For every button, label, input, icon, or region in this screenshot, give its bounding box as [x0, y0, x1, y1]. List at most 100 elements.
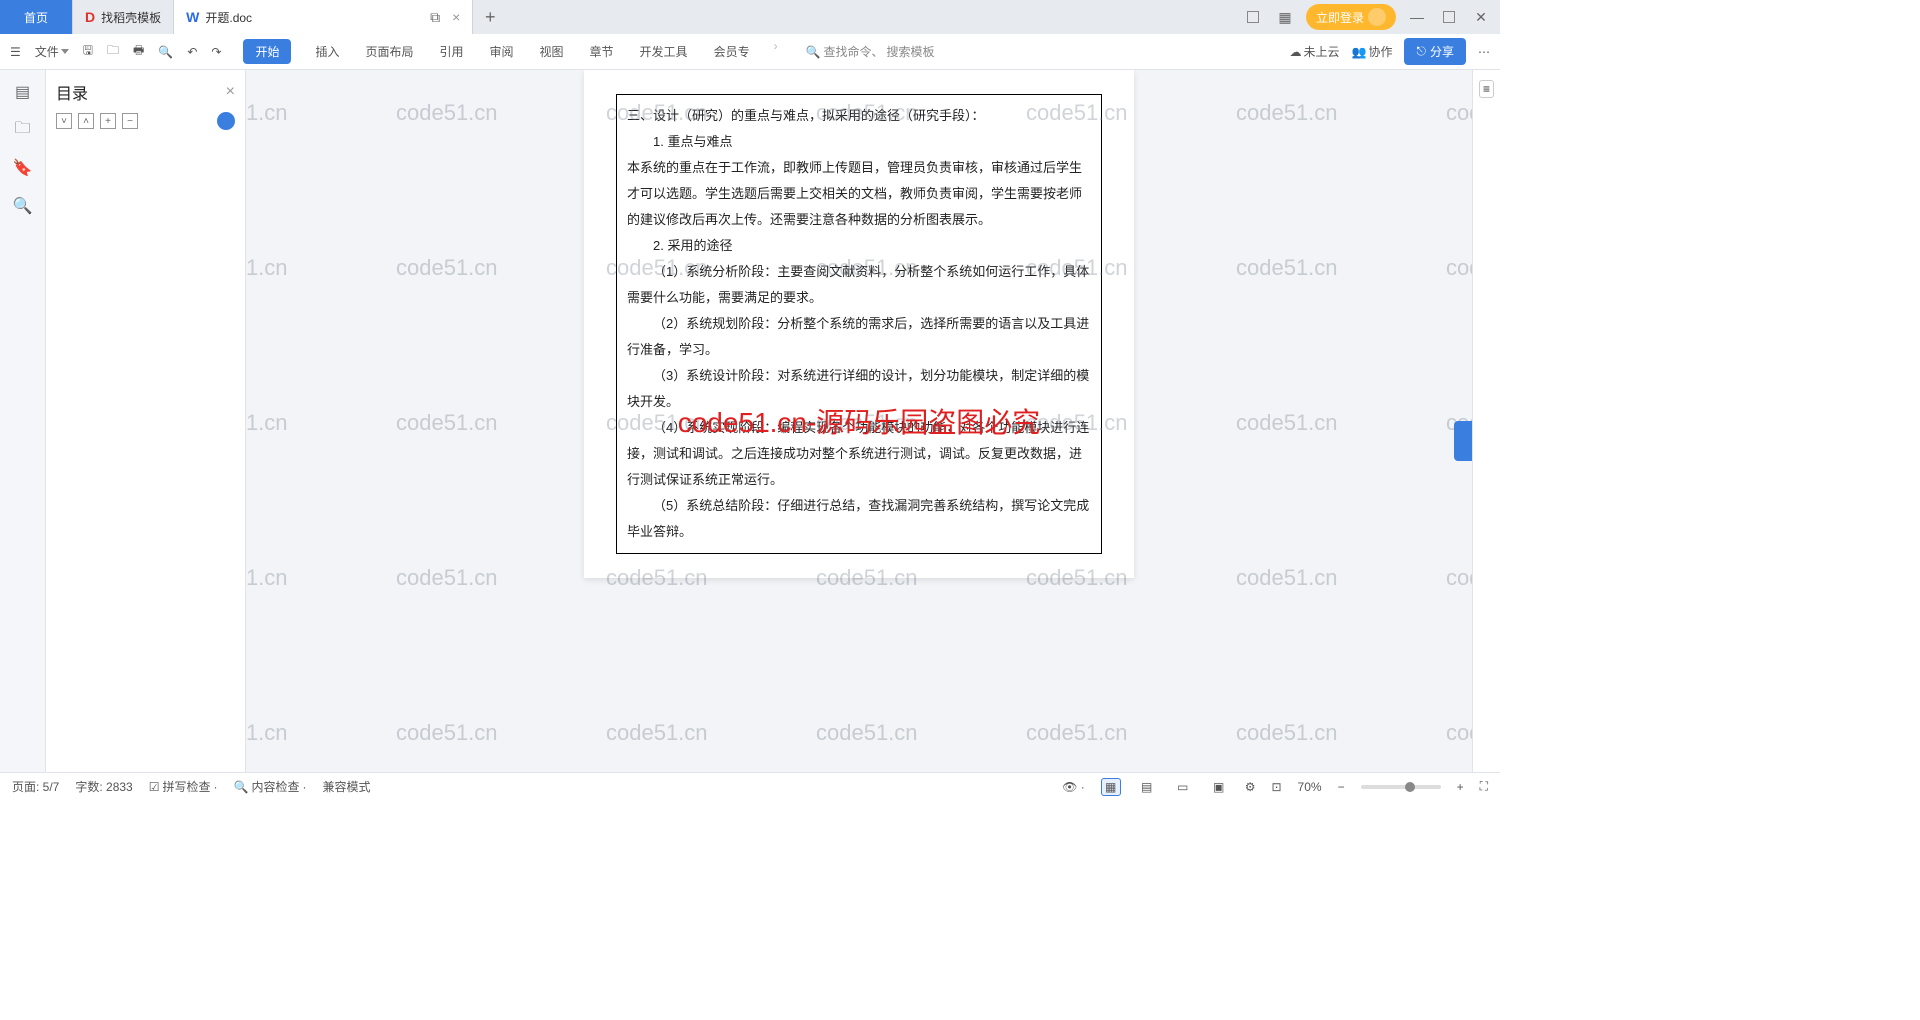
doc-heading: 三、设计（研究）的重点与难点，拟采用的途径（研究手段）： [627, 103, 1091, 129]
watermark: code51.cn [1236, 410, 1338, 436]
layout-icon[interactable] [1242, 6, 1264, 28]
tab-close-icon[interactable]: × [452, 9, 460, 25]
menu-dev[interactable]: 开发工具 [638, 39, 690, 64]
undo-icon[interactable]: ↶ [187, 45, 197, 59]
menu-button[interactable]: ☰ [10, 45, 21, 59]
outline-remove-icon[interactable]: − [122, 113, 138, 129]
login-button[interactable]: 立即登录 [1306, 4, 1396, 30]
maximize-button[interactable] [1438, 6, 1460, 28]
rail-outline-icon[interactable]: ▤ [13, 82, 33, 102]
minimize-button[interactable]: — [1406, 6, 1428, 28]
outline-collapse-icon[interactable]: ˅ [56, 113, 72, 129]
toolbar-more-icon[interactable]: ⋯ [1478, 45, 1490, 59]
watermark: code51.cn [246, 255, 288, 281]
viewmode-outline[interactable]: ▤ [1137, 778, 1157, 796]
menu-layout[interactable]: 页面布局 [363, 39, 415, 64]
preview-icon[interactable]: 🔍 [158, 45, 173, 59]
search-box[interactable]: 🔍 查找命令、 搜索模板 [806, 43, 935, 60]
zoom-slider[interactable] [1361, 785, 1441, 789]
watermark: code51.cn [1236, 565, 1338, 591]
status-contentcheck[interactable]: 🔍 内容检查 · [234, 778, 307, 795]
watermark: code51.cn [246, 565, 288, 591]
daoake-icon: D [85, 9, 95, 25]
watermark: code51.cn [1236, 100, 1338, 126]
grid-icon[interactable]: ▦ [1274, 6, 1296, 28]
saveas-icon[interactable]: 🗀 [107, 41, 119, 62]
tab-template-label: 找稻壳模板 [101, 9, 161, 26]
rail-folder-icon[interactable]: 🗀 [13, 120, 33, 140]
tab-home-label: 首页 [24, 9, 48, 26]
outline-chat-icon[interactable] [217, 112, 235, 130]
rightrail-toggle-icon[interactable]: ≡ [1479, 80, 1494, 98]
fullscreen-icon[interactable]: ⛶ [1480, 779, 1488, 794]
tab-window-icon[interactable]: ⧉ [424, 6, 446, 28]
watermark: code51.cn [396, 255, 498, 281]
viewmode-page[interactable]: ▦ [1101, 778, 1121, 796]
rail-search-icon[interactable]: 🔍 [13, 196, 33, 216]
watermark: code51.cn [1236, 255, 1338, 281]
doc-p8: （5）系统总结阶段：仔细进行总结，查找漏洞完善系统结构，撰写论文完成毕业答辩。 [627, 493, 1091, 545]
viewmode-read[interactable]: ▭ [1173, 778, 1193, 796]
document-canvas[interactable]: 三、设计（研究）的重点与难点，拟采用的途径（研究手段）： 1. 重点与难点 本系… [246, 70, 1472, 772]
watermark: code51.cn [246, 720, 288, 746]
collab-button[interactable]: 👥 协作 [1352, 43, 1393, 60]
print-icon[interactable]: 🖶 [133, 41, 144, 62]
menu-review[interactable]: 审阅 [488, 39, 516, 64]
watermark: code51.cn [1446, 100, 1472, 126]
watermark: code51.cn [396, 410, 498, 436]
redo-icon[interactable]: ↷ [211, 45, 221, 59]
tab-template[interactable]: D 找稻壳模板 [73, 0, 174, 34]
rail-bookmark-icon[interactable]: 🔖 [13, 158, 33, 178]
chevron-down-icon [61, 49, 69, 54]
share-button[interactable]: ⎋ 分享 [1404, 38, 1466, 65]
side-handle[interactable] [1454, 421, 1472, 461]
status-settings-icon[interactable]: ⚙ [1245, 780, 1256, 794]
zoom-in-icon[interactable]: + [1457, 780, 1464, 794]
close-button[interactable]: ✕ [1470, 6, 1492, 28]
doc-p7: （4）系统实现阶段：编程实现各个功能模块的功能，对各个功能模块进行连接，测试和调… [627, 415, 1091, 493]
search-tpl: 搜索模板 [887, 43, 935, 60]
watermark: code51.cn [396, 565, 498, 591]
zoom-fit-icon[interactable]: ⊡ [1271, 780, 1281, 794]
outline-add-icon[interactable]: + [100, 113, 116, 129]
menu-view[interactable]: 视图 [538, 39, 566, 64]
status-spellcheck[interactable]: ☑ 拼写检查 · [149, 778, 218, 795]
doc-p4: （1）系统分析阶段：主要查阅文献资料，分析整个系统如何运行工作，具体需要什么功能… [627, 259, 1091, 311]
status-compat: 兼容模式 [322, 778, 370, 795]
file-menu[interactable]: 文件 [35, 43, 69, 60]
watermark: code51.cn [606, 720, 708, 746]
doc-p2: 本系统的重点在于工作流，即教师上传题目，管理员负责审核，审核通过后学生才可以选题… [627, 155, 1091, 233]
watermark: code51.cn [246, 410, 288, 436]
doc-p5: （2）系统规划阶段：分析整个系统的需求后，选择所需要的语言以及工具进行准备，学习… [627, 311, 1091, 363]
tab-document[interactable]: W 开题.doc ⧉ × [174, 0, 473, 34]
zoom-value[interactable]: 70% [1298, 780, 1322, 794]
avatar-icon [1368, 8, 1386, 26]
menu-member[interactable]: 会员专 [712, 39, 752, 64]
viewmode-web[interactable]: ▣ [1209, 778, 1229, 796]
status-page[interactable]: 页面: 5/7 [12, 778, 59, 795]
cloud-status[interactable]: ☁ 未上云 [1290, 43, 1340, 60]
menu-insert[interactable]: 插入 [313, 39, 341, 64]
doc-p6: （3）系统设计阶段：对系统进行详细的设计，划分功能模块，制定详细的模块开发。 [627, 363, 1091, 415]
watermark: code51.cn [816, 720, 918, 746]
tab-add-button[interactable]: + [473, 0, 507, 34]
document-content[interactable]: 三、设计（研究）的重点与难点，拟采用的途径（研究手段）： 1. 重点与难点 本系… [616, 94, 1102, 554]
watermark: code51.cn [1446, 720, 1472, 746]
menu-chapter[interactable]: 章节 [588, 39, 616, 64]
doc-p3: 2. 采用的途径 [627, 233, 1091, 259]
tab-home[interactable]: 首页 [0, 0, 73, 34]
status-words[interactable]: 字数: 2833 [75, 778, 132, 795]
outline-expand-icon[interactable]: ˄ [78, 113, 94, 129]
watermark: code51.cn [1446, 255, 1472, 281]
menu-reference[interactable]: 引用 [437, 39, 465, 64]
menu-more-icon[interactable]: › [774, 39, 778, 64]
watermark: code51.cn [396, 100, 498, 126]
watermark: code51.cn [396, 720, 498, 746]
search-cmd: 查找命令、 [824, 43, 884, 60]
save-icon[interactable]: 🖫 [83, 41, 93, 62]
zoom-out-icon[interactable]: − [1338, 780, 1345, 794]
status-eye-icon[interactable]: 👁 · [1062, 780, 1085, 794]
outline-title: 目录 [56, 80, 88, 104]
menu-start[interactable]: 开始 [243, 39, 291, 64]
outline-close-icon[interactable]: × [226, 83, 235, 101]
